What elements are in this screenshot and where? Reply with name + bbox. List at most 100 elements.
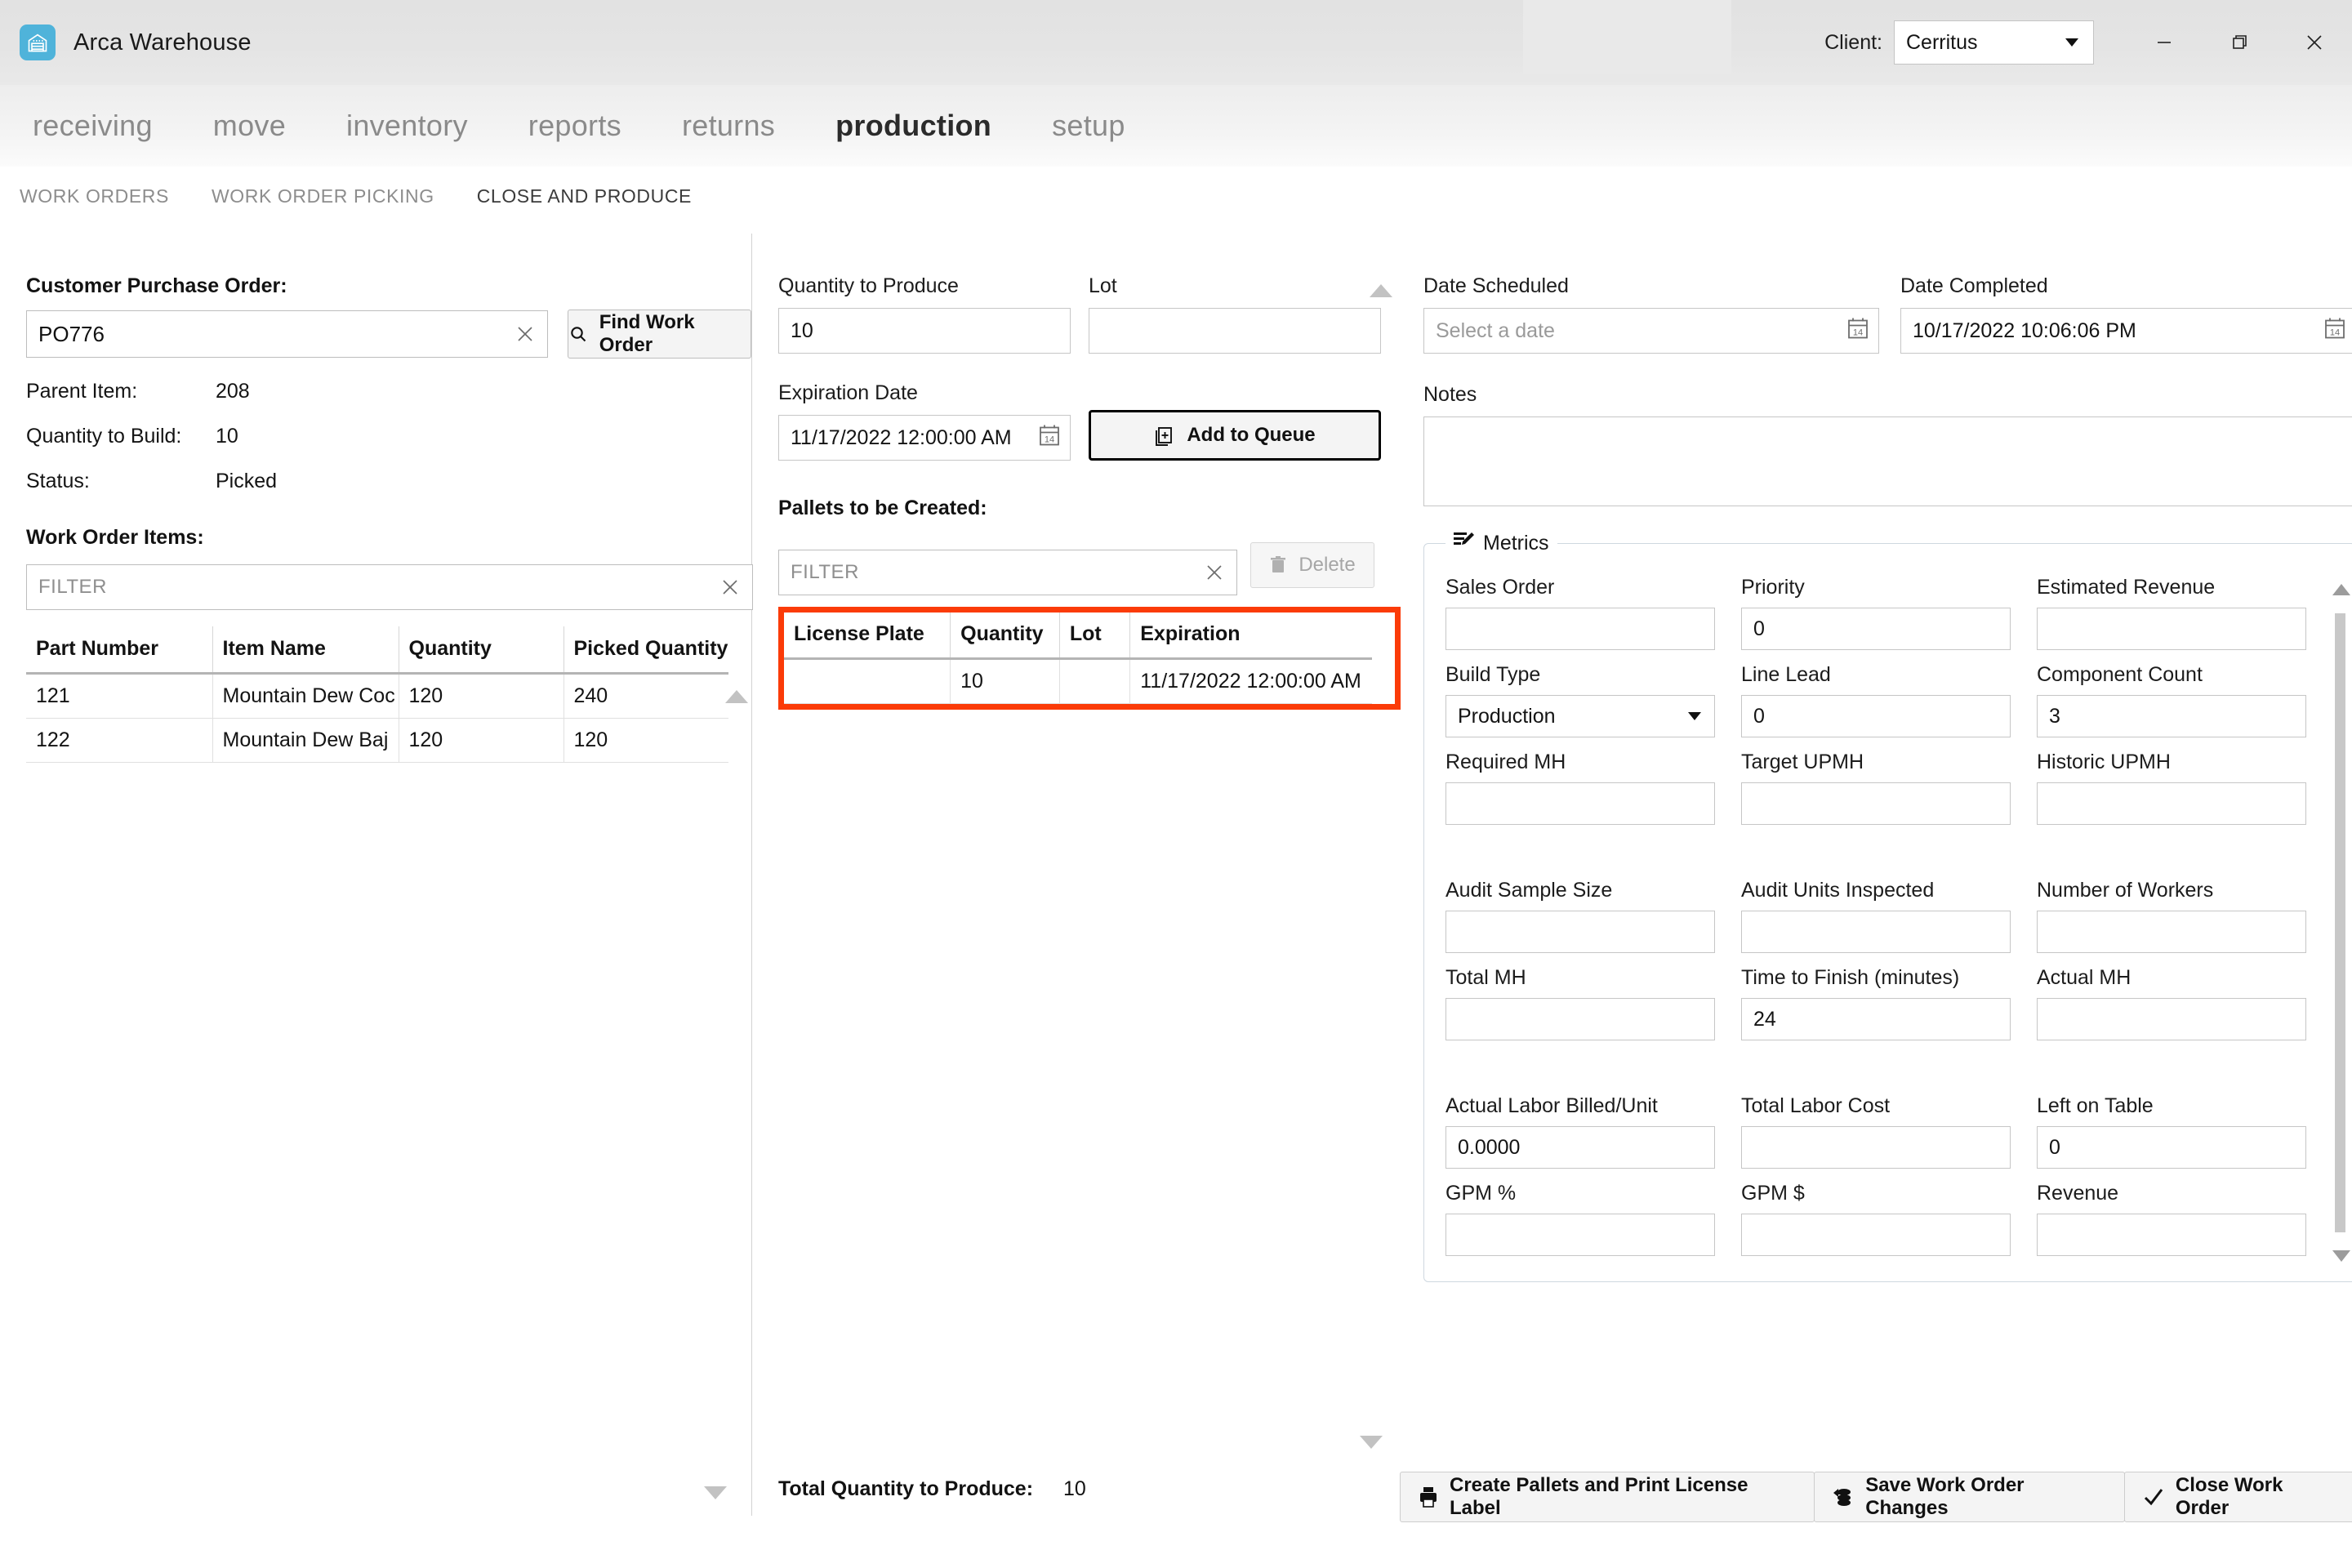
scroll-down-arrow[interactable] <box>704 1486 727 1499</box>
metric-input[interactable] <box>2037 1214 2306 1256</box>
metric-label: Line Lead <box>1741 663 1831 686</box>
search-icon <box>568 324 588 344</box>
scroll-up-arrow[interactable] <box>725 690 748 703</box>
tab-close-and-produce[interactable]: CLOSE AND PRODUCE <box>477 185 692 207</box>
nav-setup[interactable]: setup <box>1052 109 1125 143</box>
minimize-button[interactable] <box>2127 0 2202 85</box>
tab-work-orders[interactable]: WORK ORDERS <box>20 185 169 207</box>
notes-textarea[interactable] <box>1423 416 2352 506</box>
detail-key: Parent Item: <box>26 380 138 403</box>
metric-input[interactable] <box>1741 1126 2011 1169</box>
metric-input[interactable] <box>2037 911 2306 953</box>
col-part-number[interactable]: Part Number <box>26 626 213 675</box>
delete-button[interactable]: Delete <box>1250 542 1374 588</box>
maximize-button[interactable] <box>2202 0 2277 85</box>
table-row[interactable]: 121 Mountain Dew Coc 120 240 <box>26 673 728 719</box>
scroll-thumb[interactable] <box>2335 613 2345 1232</box>
col-lot[interactable]: Lot <box>1059 612 1131 660</box>
lot-input[interactable] <box>1089 308 1381 354</box>
col-expiration[interactable]: Expiration <box>1129 612 1372 660</box>
metrics-legend: Metrics <box>1446 531 1557 556</box>
metric-input[interactable] <box>1741 911 2011 953</box>
metrics-scrollbar[interactable] <box>2332 584 2350 1262</box>
date-completed-input[interactable]: 10/17/2022 10:06:06 PM 14 <box>1900 308 2352 354</box>
detail-parent-item: Parent Item: 208 <box>26 380 751 403</box>
col-quantity[interactable]: Quantity <box>399 626 564 675</box>
col-license-plate[interactable]: License Plate <box>784 612 951 660</box>
calendar-icon[interactable]: 14 <box>1039 424 1060 452</box>
col-item-name[interactable]: Item Name <box>212 626 399 675</box>
title-bar: Arca Warehouse Client: Cerritus <box>0 0 2352 85</box>
work-order-items-filter-input[interactable]: FILTER <box>26 564 753 610</box>
purchase-order-value: PO776 <box>38 321 105 346</box>
nav-move[interactable]: move <box>213 109 286 143</box>
quantity-to-produce-input[interactable]: 10 <box>778 308 1071 354</box>
metric-input[interactable] <box>1741 1214 2011 1256</box>
metric-input[interactable]: 0 <box>2037 1126 2306 1169</box>
nav-reports[interactable]: reports <box>528 109 621 143</box>
pallets-scroll-up-arrow[interactable] <box>1370 284 1392 297</box>
metric-label: Historic UPMH <box>2037 751 2171 773</box>
nav-receiving[interactable]: receiving <box>33 109 153 143</box>
date-scheduled-input[interactable]: Select a date 14 <box>1423 308 1879 354</box>
metric-input[interactable] <box>1446 998 1715 1040</box>
metric-label: Required MH <box>1446 751 1566 773</box>
table-row[interactable]: 122 Mountain Dew Baj 120 120 <box>26 718 728 763</box>
metric-label: Priority <box>1741 576 1805 599</box>
purchase-order-input[interactable]: PO776 <box>26 310 548 358</box>
close-button[interactable] <box>2277 0 2352 85</box>
save-work-order-changes-button[interactable]: Save Work Order Changes <box>1814 1472 2125 1522</box>
chevron-down-icon <box>2065 38 2078 47</box>
pallets-filter-input[interactable]: FILTER <box>778 550 1237 595</box>
metric-input[interactable] <box>1446 608 1715 650</box>
clear-icon[interactable] <box>719 577 741 598</box>
metric-input[interactable] <box>1446 911 1715 953</box>
metric-label: Actual MH <box>2037 966 2132 989</box>
nav-production[interactable]: production <box>835 109 991 143</box>
metric-value: 24 <box>1753 1007 1776 1031</box>
client-select[interactable]: Cerritus <box>1894 20 2094 65</box>
metric-input[interactable]: 0 <box>1741 608 2011 650</box>
scroll-up-arrow[interactable] <box>2332 584 2350 595</box>
metric-value: 0 <box>2049 1135 2060 1159</box>
col-quantity[interactable]: Quantity <box>950 612 1060 660</box>
add-to-queue-button[interactable]: Add to Queue <box>1089 410 1381 461</box>
nav-inventory[interactable]: inventory <box>346 109 468 143</box>
metric-input[interactable] <box>2037 782 2306 825</box>
work-order-items-label: Work Order Items: <box>26 526 204 549</box>
create-pallets-print-label-button[interactable]: Create Pallets and Print License Label <box>1400 1472 1815 1522</box>
cell-picked-quantity: 240 <box>564 673 728 719</box>
tab-work-order-picking[interactable]: WORK ORDER PICKING <box>212 185 434 207</box>
metric-input[interactable]: 3 <box>2037 695 2306 737</box>
button-label: Create Pallets and Print License Label <box>1450 1474 1748 1519</box>
calendar-icon[interactable]: 14 <box>1847 317 1869 345</box>
metric-input[interactable] <box>1446 1214 1715 1256</box>
build-type-select[interactable]: Production <box>1446 695 1715 737</box>
metrics-spacer <box>1446 1054 2306 1094</box>
find-work-order-button[interactable]: Find Work Order <box>567 310 751 359</box>
detail-value: 10 <box>216 425 238 448</box>
metric-input[interactable] <box>2037 998 2306 1040</box>
metric-input[interactable]: 0.0000 <box>1446 1126 1715 1169</box>
metric-input[interactable] <box>1741 782 2011 825</box>
close-work-order-button[interactable]: Close Work Order <box>2123 1472 2352 1522</box>
metric-input[interactable] <box>2037 608 2306 650</box>
nav-returns[interactable]: returns <box>682 109 775 143</box>
clear-icon[interactable] <box>1204 562 1225 583</box>
trash-icon <box>1269 555 1287 575</box>
expiration-date-input[interactable]: 11/17/2022 12:00:00 AM 14 <box>778 415 1071 461</box>
metric-input[interactable] <box>1446 782 1715 825</box>
purchase-order-label: Customer Purchase Order: <box>26 274 287 297</box>
table-row[interactable]: 10 11/17/2022 12:00:00 AM <box>784 658 1372 704</box>
clear-icon[interactable] <box>514 323 536 345</box>
cell-quantity: 10 <box>950 658 1060 704</box>
scroll-down-arrow[interactable] <box>2332 1250 2350 1262</box>
metric-label: Estimated Revenue <box>2037 576 2216 599</box>
filter-placeholder: FILTER <box>38 576 107 598</box>
calendar-icon[interactable]: 14 <box>2324 317 2345 345</box>
produce-panel: Quantity to Produce 10 Lot Expiration Da… <box>752 225 1401 1537</box>
metric-input[interactable]: 24 <box>1741 998 2011 1040</box>
pallets-scroll-down-arrow[interactable] <box>1360 1436 1383 1449</box>
metric-input[interactable]: 0 <box>1741 695 2011 737</box>
col-picked-quantity[interactable]: Picked Quantity <box>564 626 728 675</box>
